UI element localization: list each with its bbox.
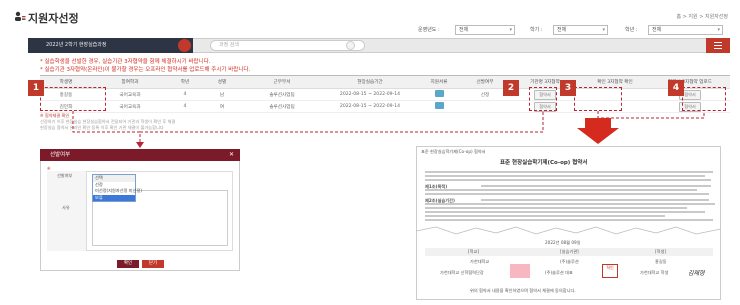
highlight-student-names	[40, 87, 106, 111]
office: 솔루션사업팀	[242, 100, 322, 113]
refresh-button[interactable]	[178, 39, 191, 52]
party-company-name: (주)솔루션	[560, 259, 579, 264]
notice-line-2: * 실습기관 3자협약(온라인)이 불가할 경우는 오프라인 협약서를 업로드해…	[40, 67, 251, 73]
filter-semester-select[interactable]: 전체	[553, 25, 608, 35]
filter-year-label: 운영년도 :	[418, 27, 440, 33]
gender: 여	[202, 100, 242, 113]
col-gender: 성별	[202, 75, 242, 89]
page-title: 지원자선정	[28, 12, 79, 25]
company-seal-stamp: 직인	[602, 264, 618, 278]
student-signature: 김재형	[688, 270, 705, 277]
filter-semester-label: 학기 :	[530, 27, 543, 33]
table-row: 김민희 국어교육과 4 여 솔루션사업팀 2022-08-15 ~ 2022-0…	[40, 100, 730, 113]
filter-year-select[interactable]: 전체	[455, 25, 515, 35]
dialog-title: 선발여부	[40, 149, 240, 161]
col-office: 근무부서	[242, 75, 322, 89]
document-icon[interactable]	[434, 90, 444, 97]
selection-field-label: 선발여부	[57, 173, 73, 178]
col-period: 현장실습기간	[322, 75, 418, 89]
selection-status[interactable]	[460, 100, 510, 113]
highlight-agreement	[574, 87, 622, 111]
document-title: 표준 현장실습학기제(Co-op) 협약서	[500, 160, 588, 166]
close-icon[interactable]: ✕	[229, 151, 234, 158]
dropdown-option[interactable]: 미선정(지원자선정 미선정)	[93, 188, 142, 195]
program-label: 2022년 2학기 현장실습과정	[28, 38, 193, 53]
breadcrumb: 홈 > 지원 > 지원자선정	[676, 14, 728, 20]
document-body	[421, 167, 717, 225]
dropdown-option[interactable]: 보류	[93, 194, 135, 201]
notice-line-1: * 실습학생을 선발한 경우, 실습기관 3자협약을 함께 체결하시기 바랍니다…	[40, 59, 211, 65]
col-grade: 학년	[168, 75, 202, 89]
party-school-name: 가천대학교	[470, 259, 490, 264]
close-button[interactable]: 닫기	[142, 260, 164, 268]
document-footer: 위의 협약서 내용을 확인하였으며 협약서 체결에 동의합니다.	[470, 288, 576, 293]
reason-field-label: 사유	[62, 205, 70, 210]
marker-1: 1	[28, 80, 44, 96]
school-seal-stamp	[510, 264, 530, 278]
document-header: 표준 현장실습학기제(Co-op) 협약서	[421, 149, 486, 154]
marker-3: 3	[560, 80, 576, 96]
documents-cell	[418, 88, 460, 101]
applicant-table: 학생명 참여학과 학년 성별 근무부서 현장실습기간 지원서류 선발여부 기관명…	[40, 75, 730, 113]
search-input[interactable]: 과정 검색	[210, 40, 365, 51]
marker-2: 2	[503, 80, 519, 96]
grade: 4	[168, 100, 202, 113]
documents-cell	[418, 100, 460, 113]
party-student: [학생]	[655, 249, 666, 254]
sign-student: 가천대학교 학생	[640, 270, 669, 275]
marker-4: 4	[668, 80, 684, 96]
sign-school: 가천대학교 산학협력단장	[440, 270, 484, 275]
highlight-selection	[529, 87, 557, 111]
document-date: 2022년 08월 09일	[545, 240, 581, 245]
office: 솔루션사업팀	[242, 88, 322, 101]
party-student-name: 홍길동	[655, 259, 667, 264]
filter-grade-label: 학년 :	[625, 27, 638, 33]
period: 2022-08-15 ~ 2022-09-14	[322, 100, 418, 113]
filter-grade-select[interactable]: 전체	[648, 25, 723, 35]
user-group-icon	[15, 11, 26, 21]
sign-company: (주)솔루션 대표	[545, 270, 573, 275]
document-icon[interactable]	[434, 102, 444, 109]
table-note-2: 현장실습 협약서 온라인 확인 등록 이후 확인 기관 체결이 불가능합니다	[40, 125, 164, 130]
period: 2022-08-15 ~ 2022-09-14	[322, 88, 418, 101]
party-school: [학교]	[468, 249, 479, 254]
table-row: 홍길동 국어교육과 4 남 솔루션사업팀 2022-08-15 ~ 2022-0…	[40, 88, 730, 101]
selection-dropdown[interactable]: 선택 선정 미선정(지원자선정 미선정) 보류	[92, 174, 142, 202]
highlight-upload	[682, 87, 726, 111]
hamburger-icon[interactable]	[706, 38, 730, 53]
dialog-label-column	[47, 171, 87, 251]
grade: 4	[168, 88, 202, 101]
col-documents: 지원서류	[418, 75, 460, 89]
search-icon[interactable]	[346, 41, 355, 50]
gender: 남	[202, 88, 242, 101]
torn-edge	[416, 226, 721, 235]
table-header-row: 학생명 참여학과 학년 성별 근무부서 현장실습기간 지원서류 선발여부 기관명…	[40, 75, 730, 89]
confirm-button[interactable]: 확인	[117, 260, 139, 268]
party-company: [실습기관]	[560, 249, 579, 254]
